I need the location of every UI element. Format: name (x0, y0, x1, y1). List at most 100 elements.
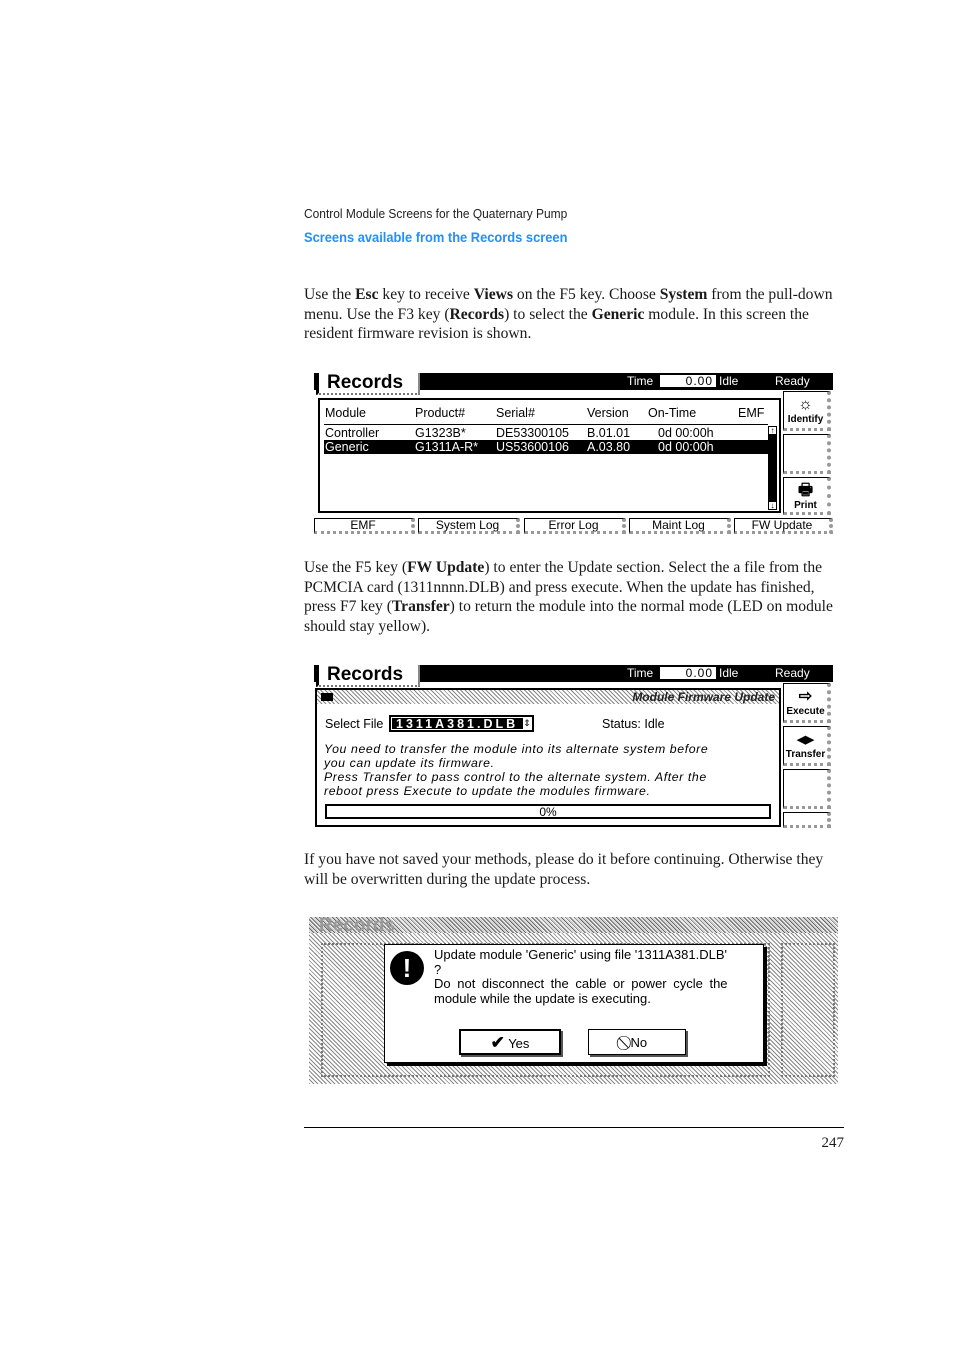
function-key-bar: EMF System Log Error Log Maint Log FW Up… (314, 518, 833, 536)
bold-term: Generic (591, 305, 645, 323)
selected-file: 1311A381.DLB (396, 717, 519, 731)
execute-button[interactable]: ⇨ Execute (783, 683, 831, 723)
transfer-label: Transfer (785, 749, 826, 760)
firmware-update-panel: Module Firmware Update Select File 1311A… (315, 688, 781, 827)
spinner-arrows-icon[interactable]: ⇕ (523, 718, 531, 729)
cell-version: B.01.01 (587, 426, 631, 440)
instruction-message: You need to transfer the module into its… (324, 742, 708, 798)
dialog-message: Update module 'Generic' using file '1311… (434, 947, 728, 1006)
records-table: Module Product# Serial# Version On-Time … (318, 398, 781, 513)
column-header-module: Module (325, 406, 366, 420)
empty-side-button[interactable] (783, 812, 831, 828)
empty-side-button[interactable] (783, 769, 831, 809)
select-file-dropdown[interactable]: 1311A381.DLB ⇕ (389, 715, 534, 732)
bold-term: Esc (355, 286, 379, 303)
status-text: Status: Idle (602, 717, 665, 731)
records-screen: Records Time 0.00 Idle Ready Module Prod… (314, 373, 833, 537)
table-row[interactable]: Controller G1323B* DE53300105 B.01.01 0d… (324, 426, 768, 440)
instrument-status: Ready (775, 374, 810, 388)
cell-serial: DE53300105 (496, 426, 569, 440)
bold-term: System (659, 286, 708, 303)
scroll-up-arrow-icon[interactable]: ↑ (768, 426, 777, 435)
progress-label: 0% (539, 805, 557, 819)
time-value: 0.00 (660, 667, 716, 679)
text-run: on the F5 key. Choose (513, 286, 660, 303)
bold-term: Records (449, 305, 505, 323)
message-line: you can update its firmware. (324, 756, 495, 770)
exclamation-icon: ! (390, 951, 424, 985)
cell-module: Generic (325, 440, 369, 454)
dialog-line: Update module 'Generic' using file '1311… (434, 947, 727, 962)
column-header-on-time: On-Time (648, 406, 697, 420)
fkey-fw-update[interactable]: FW Update (734, 518, 833, 534)
fkey-error-log[interactable]: Error Log (524, 518, 626, 534)
update-paragraph: Use the F5 key (FW Update) to enter the … (304, 558, 849, 636)
dialog-line: module while the update is executing. (434, 990, 651, 1006)
select-file-label: Select File (325, 717, 384, 731)
checkmark-icon: ✔ (490, 1033, 505, 1052)
vertical-scrollbar[interactable]: ↑ ↓ (768, 426, 777, 510)
intro-paragraph: Use the Esc key to receive Views on the … (304, 285, 849, 344)
title-bar: Records Time 0.00 Idle Ready (314, 373, 833, 395)
cell-product: G1323B* (415, 426, 466, 440)
confirm-update-screen: Records ! Update module 'Generic' using … (309, 917, 838, 1084)
cell-product: G1311A-R* (415, 440, 478, 454)
time-value: 0.00 (660, 375, 716, 387)
run-state: Idle (719, 666, 739, 680)
no-label: No (630, 1035, 648, 1050)
transfer-arrows-icon: ◀▶ (797, 734, 814, 746)
progress-bar: 0% (325, 804, 771, 819)
yes-label: Yes (508, 1036, 530, 1051)
cell-module: Controller (325, 426, 380, 440)
identify-button[interactable]: ☼ Identify (783, 391, 831, 431)
column-header-emf: EMF (738, 406, 765, 420)
section-title: Screens available from the Records scree… (304, 229, 568, 245)
message-line: You need to transfer the module into its… (324, 742, 709, 756)
cell-serial: US53600106 (496, 440, 569, 454)
header-divider (324, 424, 768, 425)
time-label: Time (627, 374, 654, 388)
fkey-system-log[interactable]: System Log (418, 518, 520, 534)
screen-title: Records (316, 373, 420, 395)
panel-menu-box-icon[interactable] (321, 693, 333, 701)
column-header-version: Version (587, 406, 629, 420)
screen-title: Records (316, 665, 420, 687)
print-label: Print (794, 500, 817, 511)
cell-on-time: 0d 00:00h (658, 440, 714, 454)
warning-paragraph: If you have not saved your methods, plea… (304, 850, 849, 889)
message-line: Press Transfer to pass control to the al… (324, 770, 707, 784)
empty-side-button[interactable] (783, 434, 831, 474)
confirm-dialog: ! Update module 'Generic' using file '13… (384, 944, 764, 1063)
print-button[interactable]: 🖶 Print (783, 477, 831, 515)
text-run: Use the (304, 286, 356, 303)
arrow-right-icon: ⇨ (798, 688, 813, 705)
text-run: Use the F5 key ( (304, 559, 408, 576)
run-state: Idle (719, 374, 739, 388)
dialog-line: ? (434, 961, 442, 977)
dialog-line: Do not disconnect the cable or power cyc… (434, 976, 728, 991)
printer-icon: 🖶 (797, 482, 814, 499)
dimmed-side-buttons (781, 943, 835, 1077)
time-label: Time (627, 666, 654, 680)
firmware-update-screen: Records Time 0.00 Idle Ready Module Firm… (314, 665, 833, 828)
text-run: ) to select the (504, 305, 592, 323)
identify-label: Identify (787, 414, 824, 425)
footer-rule (304, 1127, 844, 1128)
sun-icon: ☼ (798, 396, 813, 413)
page-number: 247 (821, 1135, 845, 1151)
yes-button[interactable]: ✔ Yes (459, 1029, 561, 1055)
column-header-product: Product# (415, 406, 466, 420)
scroll-down-arrow-icon[interactable]: ↓ (768, 501, 777, 510)
transfer-button[interactable]: ◀▶ Transfer (783, 726, 831, 766)
running-head: Control Module Screens for the Quaternar… (304, 206, 568, 221)
table-row-selected[interactable]: Generic G1311A-R* US53600106 A.03.80 0d … (324, 440, 768, 454)
message-line: reboot press Execute to update the modul… (324, 784, 651, 798)
cell-version: A.03.80 (587, 440, 631, 454)
bold-term: FW Update (407, 559, 485, 576)
execute-label: Execute (786, 706, 825, 717)
no-button[interactable]: ⃠ No (588, 1029, 686, 1055)
text-run: key to receive (378, 286, 474, 303)
fkey-emf[interactable]: EMF (314, 518, 415, 534)
fkey-maint-log[interactable]: Maint Log (629, 518, 731, 534)
text-run: If you have not saved your methods, plea… (304, 851, 824, 888)
